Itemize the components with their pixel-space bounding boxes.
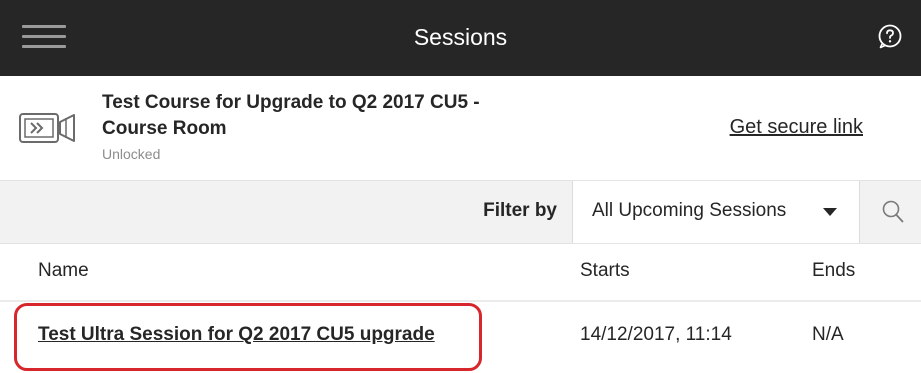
help-question-icon[interactable] [877, 23, 903, 49]
course-room-header: Test Course for Upgrade to Q2 2017 CU5 -… [0, 76, 921, 180]
page-title: Sessions [413, 24, 508, 50]
column-header-starts[interactable]: Starts [580, 260, 630, 282]
chevron-down-icon [823, 208, 837, 216]
room-status-label: Unlocked [102, 146, 161, 162]
column-header-ends[interactable]: Ends [812, 260, 855, 282]
column-header-name[interactable]: Name [38, 260, 89, 282]
session-name-link[interactable]: Test Ultra Session for Q2 2017 CU5 upgra… [38, 324, 435, 346]
filter-bar: Filter by All Upcoming Sessions [0, 180, 921, 244]
filter-selected-value: All Upcoming Sessions [592, 200, 787, 221]
search-icon [882, 200, 904, 223]
session-start-time: 14/12/2017, 11:14 [580, 324, 732, 345]
course-room-title: Test Course for Upgrade to Q2 2017 CU5 -… [102, 92, 480, 139]
get-secure-link[interactable]: Get secure link [730, 116, 863, 139]
app-bar: Sessions [0, 0, 921, 76]
session-end-time: N/A [812, 324, 844, 345]
session-filter-dropdown[interactable]: All Upcoming Sessions [572, 181, 860, 243]
filter-by-label: Filter by [483, 200, 557, 221]
search-button[interactable] [861, 181, 921, 243]
video-camera-icon [18, 110, 78, 146]
session-row: Test Ultra Session for Q2 2017 CU5 upgra… [0, 302, 921, 373]
